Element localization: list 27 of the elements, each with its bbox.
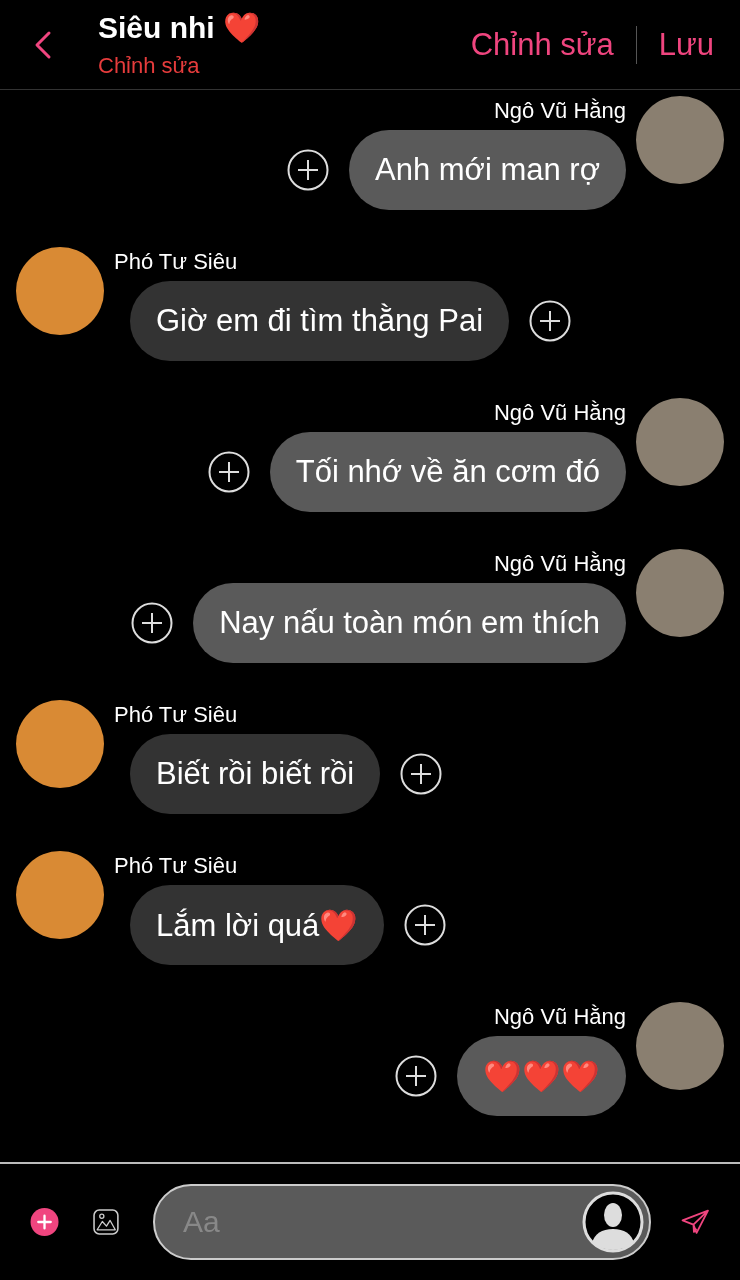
message-bubble: Anh mới man rợ xyxy=(349,130,626,210)
message-bubble: Nay nấu toàn món em thích xyxy=(193,583,626,663)
message-bubble: ❤❤❤ xyxy=(457,1036,626,1116)
message-bubble: Biết rồi biết rồi xyxy=(130,734,381,814)
user-silhouette-icon xyxy=(581,1191,644,1253)
chat-title: Siêu nhi ❤ xyxy=(98,10,260,45)
header-action[interactable]: Lưu xyxy=(658,26,714,63)
add-reaction-icon[interactable] xyxy=(529,300,571,342)
sender-name: Phó Tư Siêu xyxy=(114,248,239,276)
message-bubble: Giờ em đi tìm thằng Pai xyxy=(130,281,509,361)
sender-name: Phó Tư Siêu xyxy=(114,701,239,729)
chat-subtitle[interactable]: Chỉnh sửa xyxy=(98,53,260,79)
sender-name: Ngô Vũ Hằng xyxy=(493,1003,626,1031)
sender-name: Ngô Vũ Hằng xyxy=(493,550,626,578)
message-bubble: Tối nhớ về ăn cơm đó xyxy=(269,432,626,512)
add-reaction-icon[interactable] xyxy=(287,149,329,191)
sender-name: Ngô Vũ Hằng xyxy=(493,97,626,125)
add-reaction-icon[interactable] xyxy=(207,451,250,493)
sender-name: Ngô Vũ Hằng xyxy=(493,399,626,427)
header-action[interactable]: Chỉnh sửa xyxy=(470,26,614,63)
message-bubble: Lắm lời quá❤ xyxy=(130,885,385,965)
add-reaction-icon[interactable] xyxy=(395,1055,437,1097)
add-reaction-icon[interactable] xyxy=(400,753,443,795)
add-reaction-icon[interactable] xyxy=(404,904,447,946)
sender-name: Phó Tư Siêu xyxy=(114,852,239,880)
add-reaction-icon[interactable] xyxy=(131,602,174,644)
back-icon[interactable] xyxy=(34,29,52,60)
